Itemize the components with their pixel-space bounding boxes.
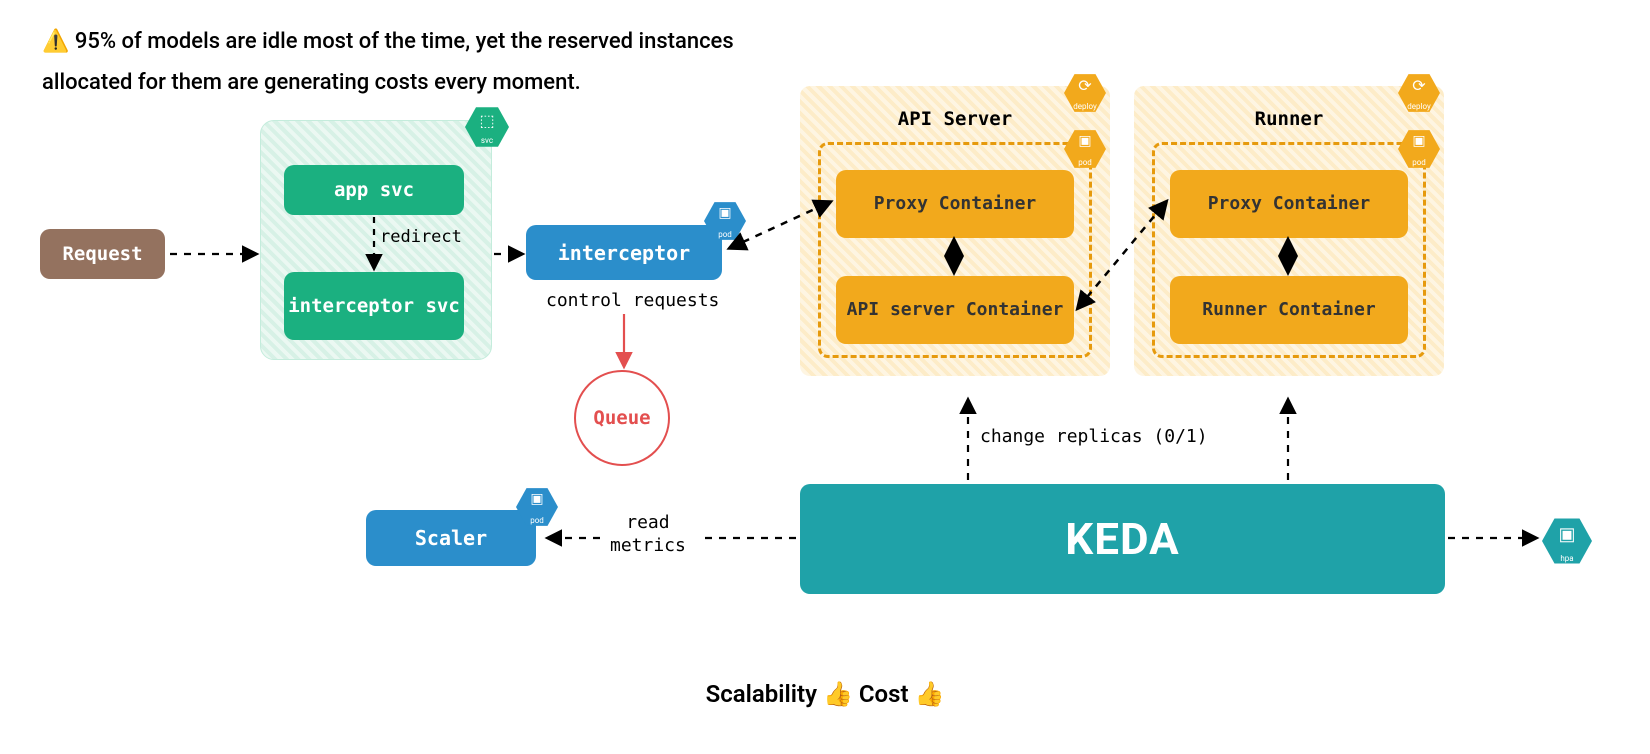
footer-text: Scalability 👍 Cost 👍 [0,680,1650,708]
hpa-badge-icon: ▣ hpa [1542,516,1592,566]
api-server-container: API server Container [836,276,1074,344]
queue-node: Queue [574,370,670,466]
api-proxy-container: Proxy Container [836,170,1074,238]
api-server-title: API Server [800,108,1110,130]
redirect-label: redirect [380,227,462,247]
thumbs-up-icon: 👍 [914,680,944,708]
change-replicas-label: change replicas (0/1) [980,426,1208,447]
interceptor-svc-node: interceptor svc [284,272,464,340]
runner-proxy-container: Proxy Container [1170,170,1408,238]
control-requests-label: control requests [546,290,719,311]
request-node: Request [40,229,165,279]
interceptor-node: interceptor [526,225,722,280]
keda-node: KEDA [800,484,1445,594]
svc-badge-icon: ⬚ svc [465,105,509,149]
runner-container: Runner Container [1170,276,1408,344]
scaler-node: Scaler [366,510,536,566]
warning-icon: ⚠️ [42,29,69,54]
thumbs-up-icon: 👍 [823,680,853,708]
warning-text: ⚠️ 95% of models are idle most of the ti… [42,22,802,103]
app-svc-node: app svc [284,165,464,215]
runner-title: Runner [1134,108,1444,130]
read-metrics-label: readmetrics [610,512,686,557]
